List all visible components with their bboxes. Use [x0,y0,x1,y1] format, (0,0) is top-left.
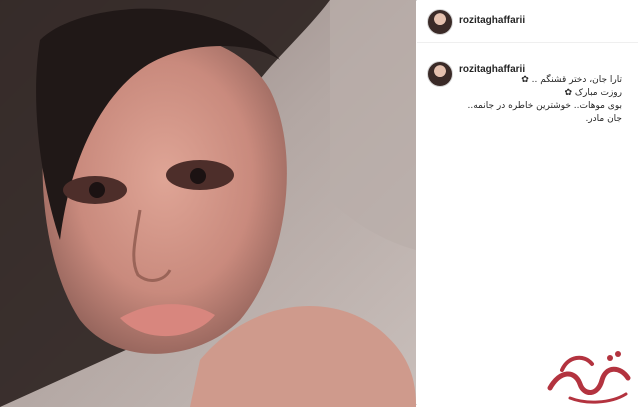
portrait-image [0,0,416,407]
post-photo[interactable] [0,0,416,407]
avatar-icon[interactable] [427,61,453,87]
caption-line: روزت مبارک ✿ [564,88,622,98]
caption-line: تارا جان، دختر قشنگم .. ✿ [521,75,622,85]
caption-line: جان مادر. [585,114,622,124]
avatar-icon[interactable] [427,9,453,35]
post-header: rozitaghaffarii [417,0,638,43]
caption-line: بوی موهات.. خوشترین خاطره در جانمه.. [467,101,622,111]
watermark-logo-icon [547,351,631,404]
caption-text: تارا جان، دختر قشنگم .. ✿ روزت مبارک ✿ ب… [454,74,622,126]
username-link[interactable]: rozitaghaffarii [459,15,525,26]
